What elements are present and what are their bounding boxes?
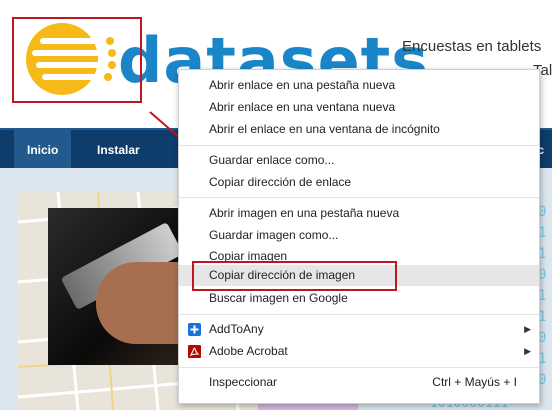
submenu-arrow-icon: ▶ bbox=[524, 324, 531, 334]
context-menu: Abrir enlace en una pestaña nueva Abrir … bbox=[178, 69, 540, 404]
annotation-box-menu-item bbox=[192, 261, 397, 291]
binary-digit: 1 bbox=[538, 225, 547, 241]
menu-item-save-image-as[interactable]: Guardar imagen como... bbox=[179, 225, 539, 246]
menu-item-inspect[interactable]: Inspeccionar Ctrl + Mayús + I bbox=[179, 372, 539, 393]
site-tagline: Encuestas en tablets bbox=[402, 38, 542, 55]
menu-item-open-image-new-tab[interactable]: Abrir imagen en una pestaña nueva bbox=[179, 203, 539, 224]
nav-item-inicio[interactable]: Inicio bbox=[14, 130, 72, 170]
menu-item-adobe-acrobat[interactable]: Adobe Acrobat ▶ bbox=[179, 341, 539, 362]
menu-item-label: Adobe Acrobat bbox=[209, 344, 288, 358]
menu-item-label: AddToAny bbox=[209, 322, 264, 336]
inspect-shortcut: Ctrl + Mayús + I bbox=[432, 375, 517, 389]
submenu-arrow-icon: ▶ bbox=[524, 346, 531, 356]
binary-digit: 0 bbox=[538, 204, 547, 220]
annotation-box-logo bbox=[12, 17, 142, 103]
binary-digit: 1 bbox=[538, 288, 547, 304]
binary-digit: 0 bbox=[538, 372, 547, 388]
menu-item-open-link-new-tab[interactable]: Abrir enlace en una pestaña nueva bbox=[179, 75, 539, 96]
binary-digit: 1 bbox=[538, 309, 547, 325]
menu-item-label: Inspeccionar bbox=[209, 375, 278, 389]
menu-item-open-link-new-window[interactable]: Abrir enlace en una ventana nueva bbox=[179, 97, 539, 118]
binary-digit: 1 bbox=[538, 246, 547, 262]
binary-digit: 1 bbox=[538, 351, 547, 367]
menu-item-open-link-incognito[interactable]: Abrir el enlace en una ventana de incógn… bbox=[179, 119, 539, 140]
menu-separator bbox=[179, 314, 539, 315]
menu-item-copy-link-address[interactable]: Copiar dirección de enlace bbox=[179, 172, 539, 193]
menu-separator bbox=[179, 367, 539, 368]
addtoany-plus-icon bbox=[188, 323, 201, 336]
binary-digit: 0 bbox=[538, 267, 547, 283]
menu-separator bbox=[179, 145, 539, 146]
menu-item-save-link-as[interactable]: Guardar enlace como... bbox=[179, 150, 539, 171]
binary-digit: 0 bbox=[538, 330, 547, 346]
nav-item-instalar[interactable]: Instalar bbox=[84, 130, 153, 170]
adobe-acrobat-icon bbox=[188, 345, 201, 358]
binary-decoration: 0 1 1 0 1 1 0 1 0 bbox=[538, 202, 552, 391]
menu-item-addtoany[interactable]: AddToAny ▶ bbox=[179, 319, 539, 340]
menu-item-search-image-google[interactable]: Buscar imagen en Google bbox=[179, 288, 539, 309]
menu-separator bbox=[179, 197, 539, 198]
